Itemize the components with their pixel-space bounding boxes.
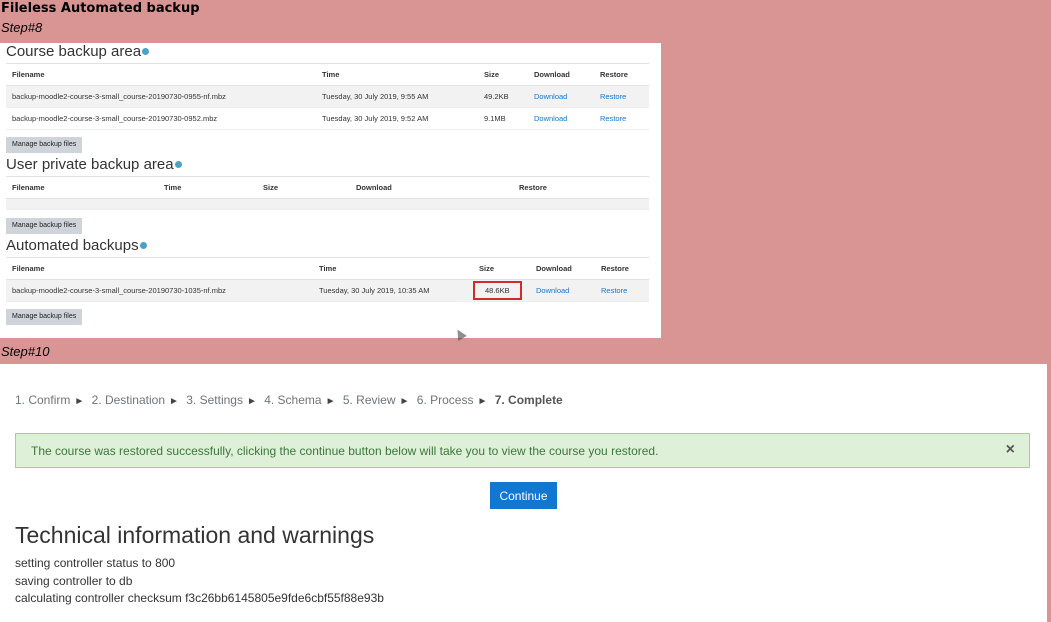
backup-screenshot-panel: Course backup area Filename Time Size Do… xyxy=(0,43,661,338)
course-backup-title: Course backup area xyxy=(6,43,150,60)
tech-info-title: Technical information and warnings xyxy=(15,522,375,548)
size-cell: 49.2KB xyxy=(478,85,528,108)
restore-link[interactable]: Restore xyxy=(600,114,626,123)
tech-info-line: saving controller to db xyxy=(15,574,133,588)
user-backup-table: Filename Time Size Download Restore xyxy=(6,176,649,210)
step10-label: Step#10 xyxy=(1,344,50,359)
col-size: Size xyxy=(478,63,528,86)
step-arrow-icon: ► xyxy=(74,396,85,407)
col-time: Time xyxy=(316,63,478,86)
time-cell: Tuesday, 30 July 2019, 9:55 AM xyxy=(316,85,478,108)
doc-title: Fileless Automated backup xyxy=(1,1,200,16)
col-time: Time xyxy=(158,176,257,199)
course-backup-table: Filename Time Size Download Restore back… xyxy=(6,63,649,130)
step-arrow-icon: ► xyxy=(246,396,257,407)
restore-step: 4. Schema xyxy=(264,393,322,407)
time-cell: Tuesday, 30 July 2019, 9:52 AM xyxy=(316,107,478,130)
time-cell: Tuesday, 30 July 2019, 10:35 AM xyxy=(313,279,473,302)
col-restore: Restore xyxy=(513,176,649,199)
manage-auto-backup-button[interactable]: Manage backup files xyxy=(6,309,83,325)
restore-step-current: 7. Complete xyxy=(494,393,563,407)
download-link[interactable]: Download xyxy=(536,286,569,295)
filename-cell: backup-moodle2-course-3-small_course-201… xyxy=(6,279,313,302)
col-download: Download xyxy=(530,257,595,280)
download-link[interactable]: Download xyxy=(534,114,567,123)
restore-step: 1. Confirm xyxy=(15,393,71,407)
download-link[interactable]: Download xyxy=(534,92,567,101)
restore-link[interactable]: Restore xyxy=(601,286,627,295)
col-filename: Filename xyxy=(6,176,158,199)
step-arrow-icon: ► xyxy=(399,396,410,407)
table-row-empty xyxy=(6,198,649,210)
restore-link[interactable]: Restore xyxy=(600,92,626,101)
manage-course-backup-button[interactable]: Manage backup files xyxy=(6,137,83,153)
help-icon[interactable] xyxy=(139,241,147,249)
col-filename: Filename xyxy=(6,63,316,86)
step8-label: Step#8 xyxy=(1,20,43,35)
col-download: Download xyxy=(350,176,513,199)
auto-backup-table: Filename Time Size Download Restore back… xyxy=(6,257,649,302)
step-arrow-icon: ► xyxy=(325,396,336,407)
alert-message: The course was restored successfully, cl… xyxy=(31,444,659,458)
size-cell: 9.1MB xyxy=(478,107,528,130)
tech-info-line: calculating controller checksum f3c26bb6… xyxy=(15,591,384,605)
col-size: Size xyxy=(473,257,530,280)
restore-step: 5. Review xyxy=(342,393,396,407)
tech-info-line: setting controller status to 800 xyxy=(15,556,176,570)
step-arrow-icon: ► xyxy=(477,396,488,407)
col-time: Time xyxy=(313,257,473,280)
highlighted-size-cell: 48.6KB xyxy=(473,281,522,300)
col-restore: Restore xyxy=(594,63,649,86)
table-row: backup-moodle2-course-3-small_course-201… xyxy=(6,107,649,130)
success-alert: The course was restored successfully, cl… xyxy=(15,433,1030,468)
table-row: backup-moodle2-course-3-small_course-201… xyxy=(6,85,649,108)
restore-screenshot-panel: 1. Confirm ► 2. Destination ► 3. Settings ►… xyxy=(0,364,1047,622)
col-size: Size xyxy=(257,176,350,199)
restore-step: 3. Settings xyxy=(186,393,243,407)
restore-step: 6. Process xyxy=(416,393,474,407)
col-filename: Filename xyxy=(6,257,313,280)
table-row: backup-moodle2-course-3-small_course-201… xyxy=(6,279,649,302)
user-backup-title: User private backup area xyxy=(6,156,182,173)
filename-cell: backup-moodle2-course-3-small_course-201… xyxy=(6,85,316,108)
step-arrow-icon: ► xyxy=(169,396,179,407)
restore-progress-breadcrumb: 1. Confirm ► 2. Destination ► 3. Settings ►… xyxy=(15,393,563,407)
help-icon[interactable] xyxy=(174,160,182,168)
help-icon[interactable] xyxy=(142,47,150,55)
col-download: Download xyxy=(528,63,594,86)
filename-cell: backup-moodle2-course-3-small_course-201… xyxy=(6,107,316,130)
continue-button[interactable]: Continue xyxy=(490,482,557,509)
close-icon[interactable]: × xyxy=(1006,441,1015,459)
col-restore: Restore xyxy=(595,257,649,280)
restore-step: 2. Destination xyxy=(91,393,165,407)
auto-backup-title: Automated backups xyxy=(6,237,147,254)
manage-user-backup-button[interactable]: Manage backup files xyxy=(6,218,83,234)
